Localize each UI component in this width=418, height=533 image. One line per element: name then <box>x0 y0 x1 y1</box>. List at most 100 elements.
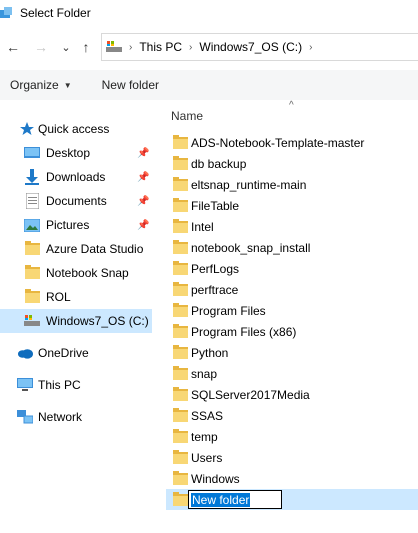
folder-icon <box>24 241 40 257</box>
sidebar-item-label: ROL <box>46 290 71 304</box>
sidebar-item-desktop[interactable]: Desktop 📌 <box>0 141 152 165</box>
star-icon <box>19 121 35 137</box>
title-bar: Select Folder <box>0 0 418 26</box>
new-folder-row[interactable]: New folder <box>166 489 418 510</box>
address-bar[interactable]: › This PC › Windows7_OS (C:) › <box>101 33 418 61</box>
rename-field[interactable]: New folder <box>188 490 282 509</box>
organize-label: Organize <box>10 78 59 92</box>
folder-name: eltsnap_runtime-main <box>191 177 307 192</box>
drive-icon <box>24 313 40 329</box>
back-button[interactable]: ← <box>2 36 24 58</box>
sidebar-item-quick-access[interactable]: Quick access <box>0 117 152 141</box>
folder-icon <box>173 450 188 464</box>
list-item[interactable]: Program Files <box>166 300 418 321</box>
list-item[interactable]: temp <box>166 426 418 447</box>
rename-field-text: New folder <box>191 492 251 507</box>
list-item[interactable]: Windows <box>166 468 418 489</box>
chevron-down-icon: ⌄ <box>61 41 71 54</box>
folder-icon <box>173 471 188 485</box>
downloads-icon <box>24 169 40 185</box>
list-item[interactable]: PerfLogs <box>166 258 418 279</box>
folder-icon <box>173 219 188 233</box>
list-item[interactable]: db backup <box>166 153 418 174</box>
folder-name: temp <box>191 429 218 444</box>
sidebar-item-rol[interactable]: ROL <box>0 285 152 309</box>
breadcrumb-separator: › <box>189 41 193 53</box>
new-folder-button[interactable]: New folder <box>92 78 169 92</box>
sidebar-item-label: Azure Data Studio <box>46 242 144 256</box>
sidebar-item-label: This PC <box>38 378 81 392</box>
sidebar-item-azure-data-studio[interactable]: Azure Data Studio <box>0 237 152 261</box>
folder-icon <box>173 408 188 422</box>
desktop-icon <box>24 145 40 161</box>
sidebar-item-label: Quick access <box>38 122 110 136</box>
folder-name: Windows <box>191 471 240 486</box>
folder-name: SQLServer2017Media <box>191 387 310 402</box>
recent-locations-button[interactable]: ⌄ <box>55 36 77 58</box>
breadcrumb-drive[interactable]: Windows7_OS (C:) <box>199 40 302 54</box>
pin-icon[interactable]: 📌 <box>137 148 149 159</box>
forward-arrow-icon: → <box>34 39 48 55</box>
computer-icon <box>17 377 33 393</box>
list-item[interactable]: perftrace <box>166 279 418 300</box>
column-header-name[interactable]: ^ Name <box>166 100 418 128</box>
folder-name: SSAS <box>191 408 224 423</box>
new-folder-label: New folder <box>101 78 159 92</box>
list-item[interactable]: FileTable <box>166 195 418 216</box>
folder-name: db backup <box>191 156 247 171</box>
file-list: ^ Name ADS-Notebook-Template-master db b… <box>166 100 418 533</box>
sidebar-item-downloads[interactable]: Downloads 📌 <box>0 165 152 189</box>
list-item[interactable]: eltsnap_runtime-main <box>166 174 418 195</box>
folder-icon <box>173 177 188 191</box>
window-title: Select Folder <box>20 6 91 20</box>
folder-icon <box>173 303 188 317</box>
pictures-icon <box>24 217 40 233</box>
forward-button[interactable]: → <box>30 36 52 58</box>
folder-icon <box>24 265 40 281</box>
sidebar-item-notebook-snap[interactable]: Notebook Snap <box>0 261 152 285</box>
folder-icon <box>173 387 188 401</box>
sidebar-item-label: Downloads <box>46 170 106 184</box>
sidebar-item-windows7-os[interactable]: Windows7_OS (C:) <box>0 309 152 333</box>
folder-icon <box>173 282 188 296</box>
up-button[interactable]: ↑ <box>75 36 97 58</box>
folder-name: PerfLogs <box>191 261 240 276</box>
command-bar: Organize ▼ New folder <box>0 70 418 100</box>
sidebar-item-onedrive[interactable]: OneDrive <box>0 341 152 365</box>
sidebar-item-label: Notebook Snap <box>46 266 129 280</box>
list-item[interactable]: Program Files (x86) <box>166 321 418 342</box>
folder-icon <box>173 240 188 254</box>
list-item[interactable]: ADS-Notebook-Template-master <box>166 132 418 153</box>
sidebar-item-this-pc[interactable]: This PC <box>0 373 152 397</box>
list-item[interactable]: notebook_snap_install <box>166 237 418 258</box>
pin-icon[interactable]: 📌 <box>137 196 149 207</box>
caret-down-icon: ▼ <box>63 80 72 90</box>
list-item[interactable]: SQLServer2017Media <box>166 384 418 405</box>
list-item[interactable]: Intel <box>166 216 418 237</box>
breadcrumb-this-pc[interactable]: This PC <box>139 40 182 54</box>
sidebar-item-label: Desktop <box>46 146 91 160</box>
organize-button[interactable]: Organize ▼ <box>0 78 82 92</box>
sidebar-item-pictures[interactable]: Pictures 📌 <box>0 213 152 237</box>
sidebar-item-documents[interactable]: Documents 📌 <box>0 189 152 213</box>
list-item[interactable]: Users <box>166 447 418 468</box>
folder-name: FileTable <box>191 198 240 213</box>
documents-icon <box>24 193 40 209</box>
pin-icon[interactable]: 📌 <box>137 172 149 183</box>
drive-icon <box>106 41 122 53</box>
list-item[interactable]: snap <box>166 363 418 384</box>
folder-name: Python <box>191 345 229 360</box>
network-icon <box>17 409 33 425</box>
breadcrumb-separator: › <box>309 41 313 53</box>
folder-name: Program Files <box>191 303 266 318</box>
list-item[interactable]: SSAS <box>166 405 418 426</box>
sidebar-item-network[interactable]: Network <box>0 405 152 429</box>
address-row: ← → ⌄ ↑ › This PC › Windows7_OS (C:) › <box>0 32 418 62</box>
folder-icon <box>173 135 188 149</box>
pin-icon[interactable]: 📌 <box>137 220 149 231</box>
folder-icon <box>173 429 188 443</box>
folder-icon <box>173 198 188 212</box>
folder-icon <box>173 156 188 170</box>
list-item[interactable]: Python <box>166 342 418 363</box>
folder-icon <box>173 366 188 380</box>
